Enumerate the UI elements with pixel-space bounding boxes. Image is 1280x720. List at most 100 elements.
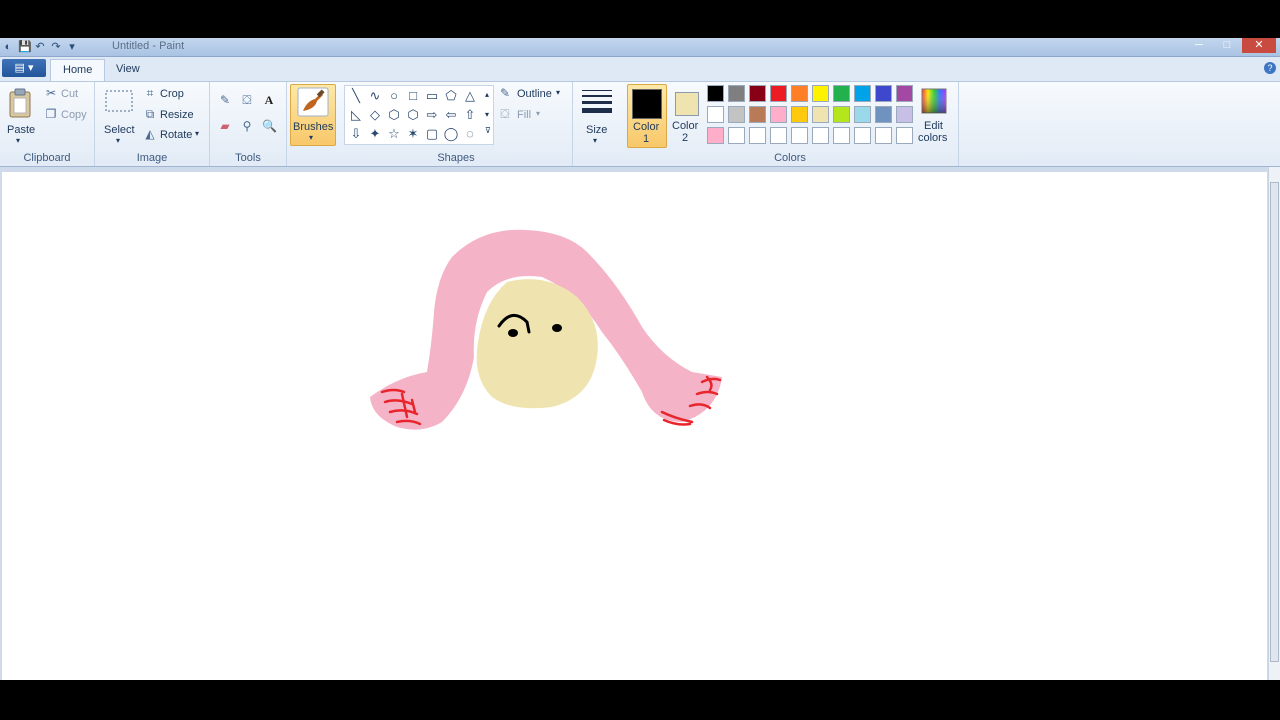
paint-menu-button[interactable]: ▤ ▾ — [2, 59, 46, 77]
ribbon: Paste ▾ ✂ Cut ❐ Copy Clipboard Select ▾ … — [0, 82, 1280, 167]
color-swatch[interactable] — [896, 85, 913, 102]
drawing-canvas[interactable] — [2, 172, 1267, 680]
color-swatch[interactable] — [833, 85, 850, 102]
color-swatch[interactable] — [833, 127, 850, 144]
color-swatch[interactable] — [854, 127, 871, 144]
magnifier-icon[interactable]: 🔍 — [262, 119, 277, 133]
shape-option[interactable]: ⇧ — [461, 106, 479, 124]
color-swatch[interactable] — [770, 106, 787, 123]
undo-icon[interactable]: ↶ — [34, 41, 46, 53]
tab-view[interactable]: View — [104, 59, 152, 80]
shapes-group: ╲ ∿ ○ □ ▭ ⬠ △ ◺ ◇ ⬡ ⬡ ⇨ ⇦ ⇧ ⇩ ✦ ☆ ✶ ▢ ◯ ◌ ▴ ▾ ⊽ ✎ Outline ▾ … — [340, 82, 573, 166]
shape-option[interactable]: ✦ — [366, 125, 384, 143]
color1-button[interactable]: Color 1 — [627, 84, 667, 148]
shape-option[interactable]: ⇦ — [442, 106, 460, 124]
close-button[interactable]: ✕ — [1242, 38, 1276, 53]
color-swatch[interactable] — [728, 85, 745, 102]
paste-dropdown-icon[interactable]: ▾ — [16, 136, 20, 145]
outline-button[interactable]: Outline — [517, 88, 552, 100]
shape-option[interactable]: ◇ — [366, 106, 384, 124]
color-swatch[interactable] — [728, 106, 745, 123]
outline-dropdown-icon[interactable]: ▾ — [556, 88, 560, 97]
color-swatch[interactable] — [854, 85, 871, 102]
color-swatch[interactable] — [707, 85, 724, 102]
color-palette — [707, 85, 915, 147]
resize-button[interactable]: Resize — [160, 109, 194, 121]
color-swatch[interactable] — [707, 106, 724, 123]
paste-button[interactable]: Paste ▾ — [4, 86, 36, 146]
crop-button[interactable]: Crop — [160, 88, 184, 100]
text-tool-icon[interactable]: A — [262, 93, 276, 107]
size-dropdown-icon[interactable]: ▾ — [593, 136, 597, 145]
color-swatch[interactable] — [875, 85, 892, 102]
qat-dropdown-icon[interactable]: ▾ — [66, 41, 78, 53]
save-icon[interactable]: 💾 — [18, 41, 32, 53]
color-swatch[interactable] — [791, 106, 808, 123]
brushes-dropdown-icon[interactable]: ▾ — [309, 133, 313, 142]
color-swatch[interactable] — [749, 127, 766, 144]
pencil-icon[interactable]: ✎ — [218, 93, 232, 107]
shape-option[interactable]: ⬡ — [404, 106, 422, 124]
color-swatch[interactable] — [854, 106, 871, 123]
fill-button[interactable]: Fill — [517, 109, 531, 121]
edit-colors-button[interactable]: Edit colors — [916, 84, 952, 146]
eraser-icon[interactable]: ▰ — [218, 119, 232, 133]
color-swatch[interactable] — [812, 85, 829, 102]
shape-option[interactable]: ╲ — [347, 87, 365, 105]
shape-option[interactable]: ◺ — [347, 106, 365, 124]
color-swatch[interactable] — [833, 106, 850, 123]
fill-bucket-icon[interactable]: ⛋ — [240, 93, 254, 107]
shape-option[interactable]: ⬡ — [385, 106, 403, 124]
shapes-expand[interactable]: ⊽ — [485, 126, 491, 135]
shape-option[interactable]: ⇨ — [423, 106, 441, 124]
shape-option[interactable]: ▢ — [423, 125, 441, 143]
shape-option[interactable]: △ — [461, 87, 479, 105]
shape-option[interactable]: ⇩ — [347, 125, 365, 143]
shape-option[interactable]: □ — [404, 87, 422, 105]
color-swatch[interactable] — [749, 106, 766, 123]
size-group: Size ▾ — [573, 82, 621, 166]
size-button[interactable]: Size ▾ — [577, 86, 617, 146]
color-picker-icon[interactable]: ⚲ — [240, 119, 254, 133]
brushes-button[interactable]: Brushes ▾ — [290, 84, 336, 146]
color-swatch[interactable] — [791, 85, 808, 102]
shape-option[interactable]: ○ — [385, 87, 403, 105]
color-swatch[interactable] — [749, 85, 766, 102]
shape-option[interactable]: ◯ — [442, 125, 460, 143]
copy-button[interactable]: Copy — [61, 109, 87, 121]
shape-option[interactable]: ◌ — [461, 125, 479, 143]
fill-dropdown-icon[interactable]: ▾ — [536, 109, 540, 118]
color2-button[interactable]: Color 2 — [669, 84, 705, 146]
maximize-button[interactable]: □ — [1214, 38, 1240, 53]
color-swatch[interactable] — [770, 85, 787, 102]
shape-option[interactable]: ⬠ — [442, 87, 460, 105]
color-swatch[interactable] — [791, 127, 808, 144]
select-dropdown-icon[interactable]: ▾ — [116, 136, 120, 145]
minimize-button[interactable]: ─ — [1186, 38, 1212, 53]
color-swatch[interactable] — [896, 127, 913, 144]
shape-option[interactable]: ☆ — [385, 125, 403, 143]
color-swatch[interactable] — [896, 106, 913, 123]
shapes-scroll-up[interactable]: ▴ — [485, 90, 489, 99]
shape-option[interactable]: ▭ — [423, 87, 441, 105]
rotate-button[interactable]: Rotate — [160, 129, 192, 141]
color-swatch[interactable] — [728, 127, 745, 144]
shape-option[interactable]: ✶ — [404, 125, 422, 143]
select-button[interactable]: Select ▾ — [101, 86, 137, 146]
vertical-scrollbar[interactable] — [1268, 167, 1280, 680]
cut-button[interactable]: Cut — [61, 88, 78, 100]
rotate-dropdown-icon[interactable]: ▾ — [195, 129, 199, 138]
color-swatch[interactable] — [770, 127, 787, 144]
scrollbar-thumb[interactable] — [1270, 182, 1279, 662]
color-swatch[interactable] — [812, 127, 829, 144]
redo-icon[interactable]: ↷ — [50, 41, 62, 53]
color-swatch[interactable] — [875, 127, 892, 144]
tab-home[interactable]: Home — [50, 59, 106, 81]
shapes-scroll-down[interactable]: ▾ — [485, 110, 489, 119]
color-swatch[interactable] — [812, 106, 829, 123]
color-swatch[interactable] — [707, 127, 724, 144]
shape-option[interactable]: ∿ — [366, 87, 384, 105]
help-icon[interactable]: ? — [1264, 62, 1276, 74]
color-swatch[interactable] — [875, 106, 892, 123]
app-icon[interactable]: ◐ — [2, 41, 14, 53]
